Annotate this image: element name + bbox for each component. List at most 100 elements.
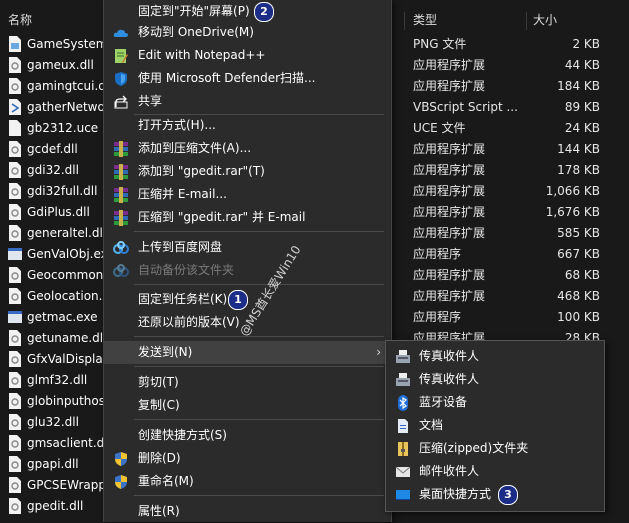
file-name-cell: gpedit.dll — [8, 496, 83, 517]
file-type: 应用程序扩展 — [413, 268, 486, 282]
submenu-item-mail[interactable]: 邮件收件人 — [386, 460, 604, 483]
column-header-name[interactable]: 名称 — [8, 10, 32, 30]
submenu-item-fax-2[interactable]: 传真收件人 — [386, 368, 604, 391]
file-size: 667 KB — [557, 247, 600, 261]
menu-item-pin-start[interactable]: 固定到"开始"屏幕(P) 2 — [104, 0, 391, 23]
menu-item-share[interactable]: 共享 — [104, 90, 391, 113]
menu-label: 还原以前的版本(V) — [138, 315, 240, 329]
column-divider[interactable] — [526, 12, 527, 30]
dll-file-icon — [8, 371, 22, 388]
menu-label: 重命名(M) — [138, 474, 194, 488]
menu-item-compress-rar-email[interactable]: 压缩到 "gpedit.rar" 并 E-mail — [104, 206, 391, 229]
baidu-netdisk-icon — [113, 263, 129, 279]
menu-item-defender-scan[interactable]: 使用 Microsoft Defender扫描... — [104, 67, 391, 90]
column-divider[interactable] — [404, 12, 405, 30]
file-size: 24 KB — [564, 121, 600, 135]
scrollbar[interactable] — [604, 30, 629, 522]
file-name-cell: GfxValDispla — [8, 349, 103, 370]
dll-file-icon — [8, 182, 22, 199]
file-name: gpedit.dll — [27, 499, 84, 513]
menu-item-create-shortcut[interactable]: 创建快捷方式(S) — [104, 424, 391, 447]
column-header-size[interactable]: 大小 — [533, 10, 557, 30]
file-name: Geocommon — [27, 268, 104, 282]
dll-file-icon — [8, 224, 22, 241]
png-file-icon — [8, 35, 22, 52]
file-name: GenValObj.ex — [27, 247, 108, 261]
blank-file-icon — [8, 119, 22, 136]
menu-item-add-rar[interactable]: 添加到 "gpedit.rar"(T) — [104, 160, 391, 183]
submenu-item-desktop-shortcut[interactable]: 桌面快捷方式 3 — [386, 483, 604, 506]
dll-file-icon — [8, 266, 22, 283]
dll-file-icon — [8, 413, 22, 430]
column-header-type[interactable]: 类型 — [413, 10, 437, 30]
file-size: 2 KB — [572, 37, 600, 51]
submenu-item-fax-1[interactable]: 传真收件人 — [386, 345, 604, 368]
menu-separator — [134, 495, 384, 496]
menu-item-rename[interactable]: 重命名(M) — [104, 470, 391, 493]
file-name: Geolocation. — [27, 289, 103, 303]
menu-item-auto-backup[interactable]: 自动备份该文件夹 — [104, 259, 391, 282]
menu-item-move-onedrive[interactable]: 移动到 OneDrive(M) — [104, 21, 391, 44]
chevron-right-icon: › — [376, 345, 381, 359]
menu-label: 自动备份该文件夹 — [138, 263, 235, 277]
mail-icon — [395, 464, 411, 480]
file-name-cell: globinputhos — [8, 391, 105, 412]
menu-separator — [134, 231, 384, 232]
submenu-item-bluetooth[interactable]: 蓝牙设备 — [386, 391, 604, 414]
file-size: 184 KB — [557, 79, 600, 93]
file-name-cell: Geolocation. — [8, 286, 102, 307]
dll-file-icon — [8, 77, 22, 94]
file-type: 应用程序扩展 — [413, 142, 486, 156]
menu-label: 固定到任务栏(K) — [138, 292, 228, 306]
file-size: 68 KB — [564, 268, 600, 282]
submenu-item-zip-folder[interactable]: 压缩(zipped)文件夹 — [386, 437, 604, 460]
step-badge-3: 3 — [498, 485, 518, 505]
file-name-cell: gdi32full.dll — [8, 181, 97, 202]
file-type: 应用程序扩展 — [413, 184, 486, 198]
file-name: GdiPlus.dll — [27, 205, 90, 219]
file-name-cell: gb2312.uce — [8, 118, 98, 139]
file-type: 应用程序扩展 — [413, 289, 486, 303]
menu-label: 打开方式(H)... — [138, 118, 216, 132]
uac-shield-icon — [113, 474, 129, 490]
menu-item-upload-baidu[interactable]: 上传到百度网盘 — [104, 236, 391, 259]
shield-icon — [113, 71, 129, 87]
menu-item-compress-email[interactable]: 压缩并 E-mail... — [104, 183, 391, 206]
menu-item-delete[interactable]: 删除(D) — [104, 447, 391, 470]
step-badge-1: 1 — [228, 290, 248, 310]
file-size: 44 KB — [564, 58, 600, 72]
file-name-cell: glu32.dll — [8, 412, 79, 433]
dll-file-icon — [8, 434, 22, 451]
file-size: 178 KB — [557, 163, 600, 177]
menu-label: 剪切(T) — [138, 375, 179, 389]
file-name-cell: gpapi.dll — [8, 454, 79, 475]
file-size: 100 KB — [557, 310, 600, 324]
file-name-cell: GPCSEWrapp — [8, 475, 106, 496]
file-name: gb2312.uce — [27, 121, 99, 135]
menu-label: 压缩到 "gpedit.rar" 并 E-mail — [138, 210, 306, 224]
file-name-cell: GameSystem — [8, 34, 107, 55]
menu-item-properties[interactable]: 属性(R) — [104, 500, 391, 523]
exe-file-icon — [8, 309, 22, 325]
menu-item-copy[interactable]: 复制(C) — [104, 394, 391, 417]
menu-label: 属性(R) — [138, 504, 180, 518]
menu-item-edit-notepad[interactable]: Edit with Notepad++ — [104, 44, 391, 67]
winrar-icon — [113, 164, 129, 180]
dll-file-icon — [8, 329, 22, 346]
submenu-label: 文档 — [419, 418, 444, 432]
menu-item-send-to[interactable]: 发送到(N) › — [104, 341, 391, 364]
file-name-cell: gmsaclient.d — [8, 433, 104, 454]
submenu-item-documents[interactable]: 文档 — [386, 414, 604, 437]
menu-item-add-archive[interactable]: 添加到压缩文件(A)... — [104, 137, 391, 160]
file-name: gatherNetwo — [27, 100, 105, 114]
file-name: generaltel.dll — [27, 226, 107, 240]
submenu-label: 邮件收件人 — [419, 464, 480, 478]
menu-label: 添加到压缩文件(A)... — [138, 141, 252, 155]
file-name: GameSystem — [27, 37, 108, 51]
menu-item-cut[interactable]: 剪切(T) — [104, 371, 391, 394]
menu-item-open-with[interactable]: 打开方式(H)... — [104, 114, 391, 137]
file-name-cell: gatherNetwo — [8, 97, 105, 118]
dll-file-icon — [8, 455, 22, 472]
exe-file-icon — [8, 246, 22, 262]
winrar-icon — [113, 187, 129, 203]
